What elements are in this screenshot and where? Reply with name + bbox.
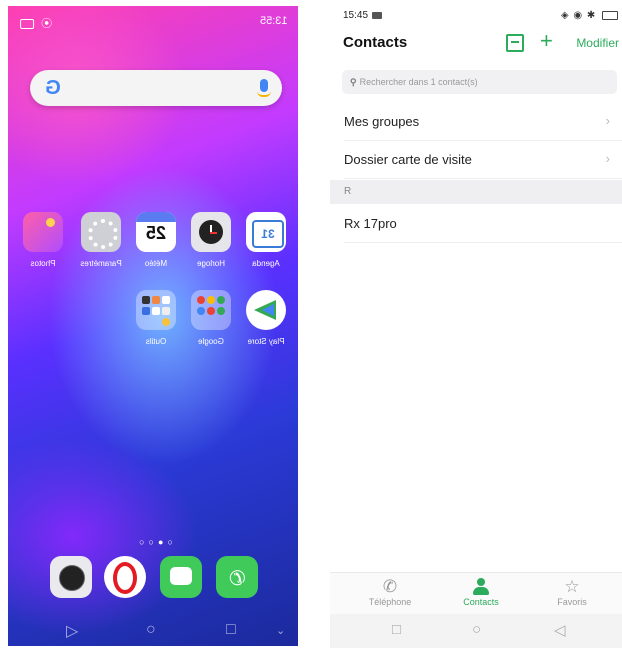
app-label: Outils [145, 337, 167, 346]
app-label: Google [198, 337, 224, 346]
scan-card-icon[interactable] [506, 34, 524, 52]
chevron-right-icon: › [605, 113, 610, 128]
app-label: Photos [30, 259, 56, 268]
nav-recents-icon[interactable]: □ [392, 621, 401, 638]
camera-icon[interactable] [50, 556, 92, 598]
contact-row[interactable]: Rx 17pro [344, 204, 622, 243]
play-store-icon [246, 290, 286, 330]
search-icon: ⚲ [350, 77, 357, 87]
opera-icon[interactable] [104, 556, 146, 598]
status-time: 15:45 [343, 10, 383, 21]
nav-home-icon[interactable]: ○ [472, 621, 481, 638]
menu-item-business-cards[interactable]: Dossier carte de visite › [344, 140, 622, 179]
screenshot-icon [372, 11, 383, 19]
contacts-app: 15:45 ◈ ◉ ✱ Contacts + Modifier ⚲ Recherc… [330, 0, 622, 648]
system-nav-bar: □ ○ ◁ [330, 614, 622, 648]
person-icon [436, 577, 526, 597]
bottom-tab-bar: ✆ Téléphone Contacts ☆ Favoris [330, 572, 622, 615]
home-status-time: 13:55 [260, 15, 288, 27]
messages-icon[interactable] [160, 556, 202, 598]
app-label: Play Store [247, 337, 285, 346]
section-letter: R [344, 186, 352, 197]
contact-name: Rx 17pro [344, 216, 397, 231]
status-icons: ◈ ◉ ✱ [561, 10, 618, 21]
photos-icon [23, 212, 63, 252]
app-clock[interactable]: Horloge [182, 212, 240, 268]
search-input[interactable]: ⚲ Rechercher dans 1 contact(s) [342, 70, 617, 94]
nav-home-icon[interactable]: ○ [146, 621, 156, 639]
google-logo-icon: G [45, 77, 61, 99]
menu-item-groups[interactable]: Mes groupes › [344, 102, 622, 141]
status-bar: 15:45 ◈ ◉ ✱ [343, 10, 618, 24]
tab-label: Téléphone [368, 597, 412, 607]
google-search-bar[interactable]: G [30, 70, 282, 106]
battery-icon [602, 10, 618, 20]
tab-phone[interactable]: ✆ Téléphone [345, 577, 435, 607]
tab-label: Favoris [557, 597, 587, 607]
menu-item-label: Dossier carte de visite [344, 152, 472, 167]
star-icon: ☆ [564, 577, 580, 596]
tab-contacts[interactable]: Contacts [436, 577, 526, 607]
page-title: Contacts [343, 34, 408, 51]
home-nav-bar: ▷ ○ □ ⌄ [8, 616, 298, 646]
tools-folder-icon [136, 290, 176, 330]
home-status-icons: ⦿ [20, 15, 52, 31]
calendar-icon: 31 [246, 212, 286, 252]
phone-icon: ✆ [382, 577, 398, 596]
menu-item-label: Mes groupes [344, 114, 420, 129]
search-placeholder: Rechercher dans 1 contact(s) [359, 77, 478, 87]
chevron-right-icon: › [605, 151, 610, 166]
app-weather[interactable]: 25 Météo [127, 212, 185, 268]
microphone-icon[interactable] [257, 79, 271, 97]
weather-icon: 25 [136, 212, 176, 252]
wallpaper-glow [8, 436, 198, 636]
page-indicator: ○○●○ [139, 537, 177, 547]
app-play-store[interactable]: Play Store [237, 290, 295, 346]
clock-icon [191, 212, 231, 252]
nav-back-icon[interactable]: ◁ [554, 621, 566, 639]
app-label: Paramètres [80, 259, 122, 268]
settings-icon [81, 212, 121, 252]
phone-icon[interactable]: ✆ [216, 556, 258, 598]
app-label: Horloge [197, 259, 226, 268]
google-folder-icon [191, 290, 231, 330]
folder-tools[interactable]: Outils [127, 290, 185, 346]
section-header: R [330, 180, 622, 204]
nav-chevron-icon[interactable]: ⌄ [276, 624, 285, 637]
app-label: Météo [144, 259, 168, 268]
home-status-bar: ⦿ 13:55 [8, 15, 298, 31]
app-agenda[interactable]: 31 Agenda [237, 212, 295, 268]
tab-favorites[interactable]: ☆ Favoris [527, 577, 617, 607]
home-screen: ⦿ 13:55 G 31 Agenda Horloge 25 Météo Par… [8, 6, 298, 646]
app-label: Agenda [252, 259, 280, 268]
app-settings[interactable]: Paramètres [72, 212, 130, 268]
add-contact-icon[interactable]: + [540, 30, 553, 52]
edit-button[interactable]: Modifier [576, 36, 619, 50]
nav-back-icon[interactable]: ▷ [66, 621, 78, 641]
tab-label: Contacts [463, 597, 499, 607]
app-photos[interactable]: Photos [14, 212, 72, 268]
nav-recents-icon[interactable]: □ [226, 621, 236, 639]
folder-google[interactable]: Google [182, 290, 240, 346]
